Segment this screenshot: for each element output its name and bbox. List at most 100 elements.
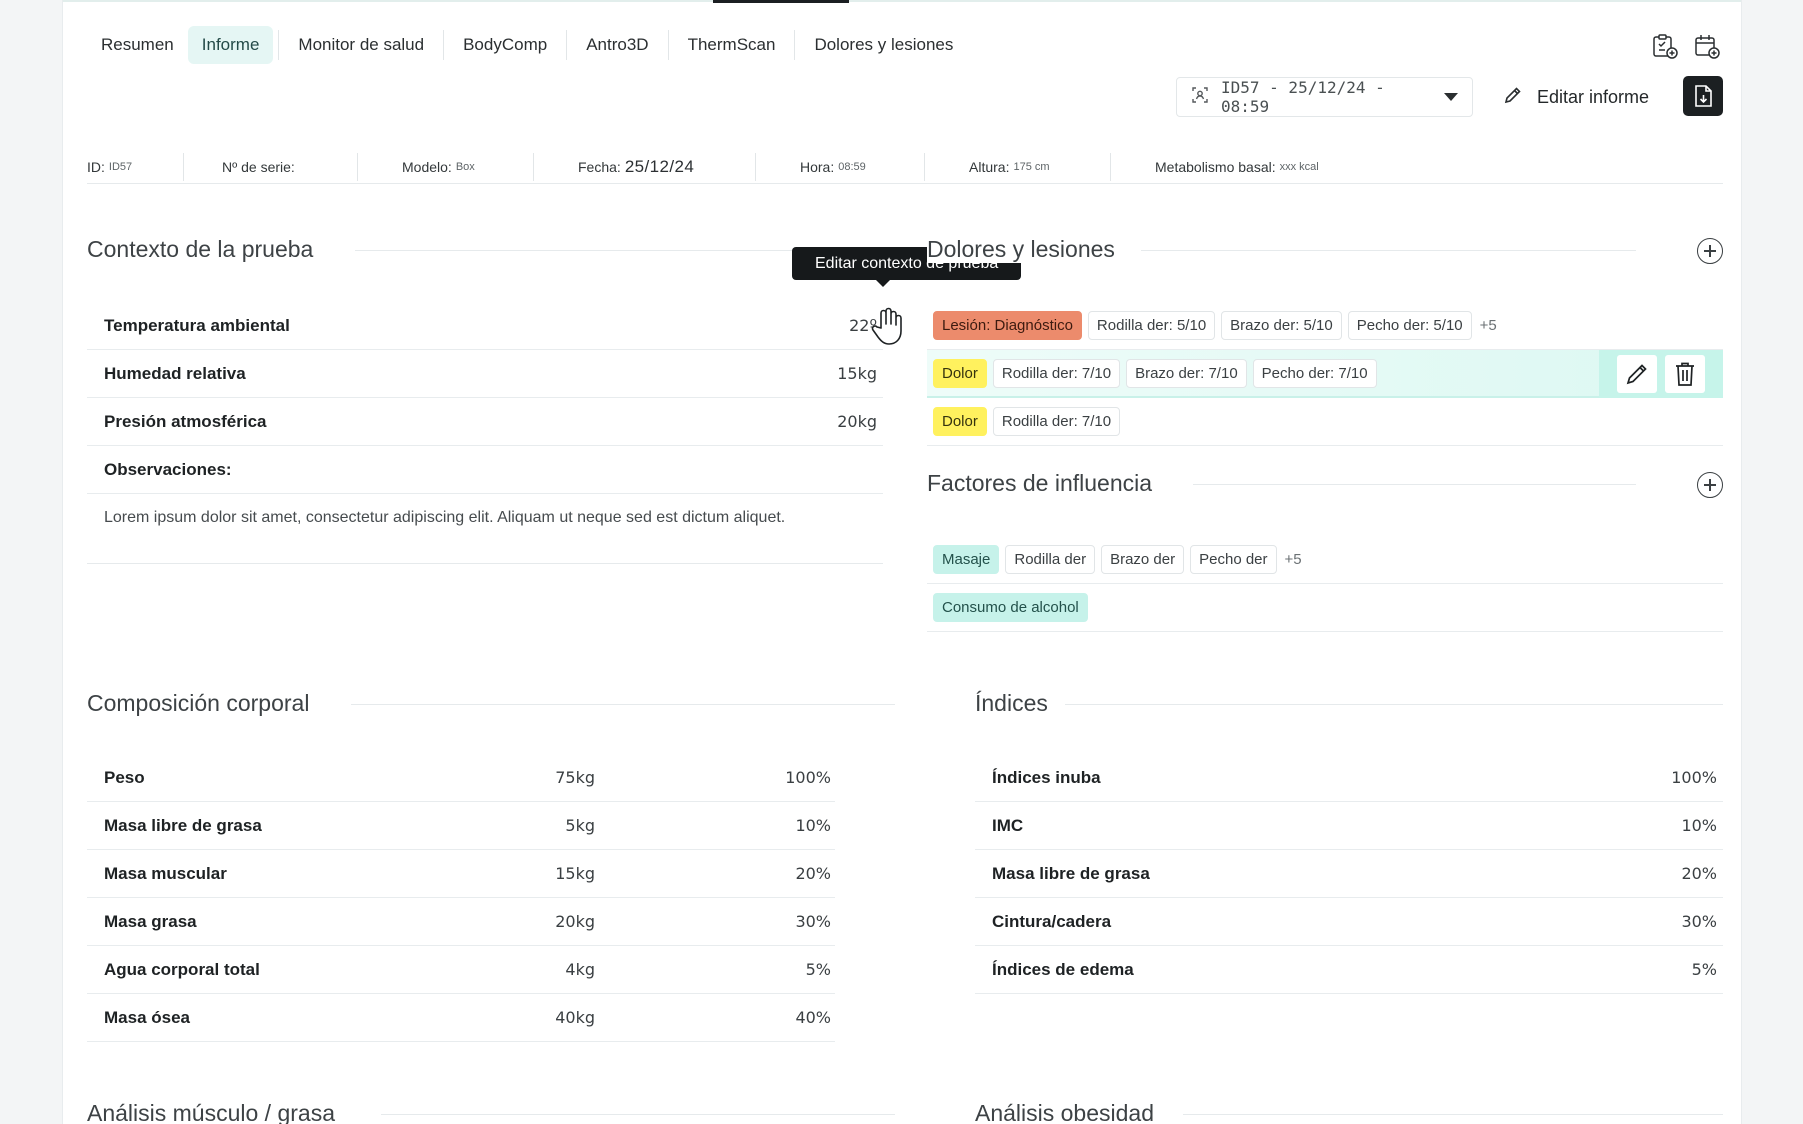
index-row: Índices de edema 5% bbox=[975, 946, 1723, 994]
tab-antro3d[interactable]: Antro3D bbox=[572, 26, 662, 64]
composition-label: Masa grasa bbox=[104, 911, 197, 931]
meta-bmr-value: xxx kcal bbox=[1279, 160, 1319, 173]
index-row: IMC 10% bbox=[975, 802, 1723, 850]
meta-date-value: 25/12/24 bbox=[624, 156, 695, 176]
pain-tag[interactable]: Dolor bbox=[933, 358, 987, 388]
tab-bodycomp[interactable]: BodyComp bbox=[449, 26, 561, 64]
meta-serial: Nº de serie: bbox=[184, 152, 357, 182]
context-row-value: 20kg bbox=[837, 412, 877, 431]
index-label: IMC bbox=[992, 815, 1024, 835]
composition-percent: 10% bbox=[795, 816, 831, 835]
composition-row: Masa muscular 15kg 20% bbox=[87, 850, 835, 898]
context-row-label: Observaciones: bbox=[104, 459, 232, 479]
tab-monitor-de-salud[interactable]: Monitor de salud bbox=[284, 26, 438, 64]
composition-row: Masa ósea 40kg 40% bbox=[87, 994, 835, 1042]
add-pain-button[interactable] bbox=[1697, 238, 1723, 264]
add-factor-button[interactable] bbox=[1697, 472, 1723, 498]
tab-divider bbox=[443, 30, 445, 60]
id-card-icon bbox=[1191, 86, 1209, 108]
factor-tag[interactable]: Consumo de alcohol bbox=[933, 593, 1088, 622]
composition-percent: 100% bbox=[785, 768, 831, 787]
top-accent-bar bbox=[63, 0, 1741, 3]
pain-row-hovered[interactable]: Dolor Rodilla der: 7/10 Brazo der: 7/10 … bbox=[927, 350, 1723, 398]
edit-report-label: Editar informe bbox=[1537, 86, 1650, 107]
pencil-icon bbox=[1503, 85, 1523, 110]
context-row: Observaciones: bbox=[87, 446, 883, 494]
meta-model-label: Modelo: bbox=[402, 158, 452, 175]
hand-cursor-icon bbox=[871, 307, 907, 352]
meta-time-label: Hora: bbox=[800, 158, 835, 175]
index-row: Cintura/cadera 30% bbox=[975, 898, 1723, 946]
trash-icon bbox=[1676, 362, 1694, 386]
tab-thermscan[interactable]: ThermScan bbox=[674, 26, 790, 64]
pain-row: Lesión: Diagnóstico Rodilla der: 5/10 Br… bbox=[927, 302, 1723, 350]
pain-chip[interactable]: Rodilla der: 7/10 bbox=[992, 358, 1121, 388]
index-label: Masa libre de grasa bbox=[992, 863, 1150, 883]
composition-row: Masa grasa 20kg 30% bbox=[87, 898, 835, 946]
report-meta-bar: ID: ID57 Nº de serie: Modelo: Box Fecha: 25… bbox=[87, 150, 1723, 184]
factor-chip[interactable]: Rodilla der bbox=[1005, 545, 1096, 574]
pain-chip[interactable]: Pecho der: 7/10 bbox=[1252, 358, 1377, 388]
indices-section-title: Índices bbox=[975, 690, 1048, 716]
top-actions bbox=[1649, 30, 1723, 62]
tab-bar: Resumen Informe Monitor de salud BodyCom… bbox=[87, 26, 967, 64]
factor-chip[interactable]: Pecho der bbox=[1190, 545, 1277, 574]
index-percent: 10% bbox=[1681, 816, 1717, 835]
index-row: Masa libre de grasa 20% bbox=[975, 850, 1723, 898]
section-divider bbox=[1193, 484, 1636, 485]
index-label: Índices inuba bbox=[992, 767, 1101, 787]
index-label: Índices de edema bbox=[992, 959, 1134, 979]
factor-tag[interactable]: Masaje bbox=[933, 545, 1000, 574]
composition-row: Peso 75kg 100% bbox=[87, 754, 835, 802]
pain-tag[interactable]: Dolor bbox=[933, 407, 987, 436]
more-chips-count[interactable]: +5 bbox=[1285, 551, 1302, 568]
report-selector[interactable]: ID57 - 25/12/24 - 08:59 bbox=[1176, 77, 1473, 117]
tab-resumen[interactable]: Resumen bbox=[87, 26, 188, 64]
row-actions bbox=[1599, 350, 1723, 398]
meta-date: Fecha: 25/12/24 bbox=[534, 152, 755, 182]
injury-tag[interactable]: Lesión: Diagnóstico bbox=[933, 311, 1082, 340]
add-calendar-icon[interactable] bbox=[1691, 30, 1723, 62]
pain-chip[interactable]: Rodilla der: 5/10 bbox=[1087, 311, 1216, 340]
add-test-icon[interactable] bbox=[1649, 30, 1681, 62]
tab-informe[interactable]: Informe bbox=[187, 26, 274, 64]
meta-time-value: 08:59 bbox=[838, 160, 866, 173]
context-row: Humedad relativa 15kg bbox=[87, 350, 883, 398]
meta-time: Hora: 08:59 bbox=[756, 152, 924, 182]
section-divider bbox=[1183, 1114, 1723, 1115]
more-chips-count[interactable]: +5 bbox=[1480, 317, 1497, 334]
index-percent: 100% bbox=[1671, 768, 1717, 787]
composition-label: Masa muscular bbox=[104, 863, 227, 883]
obesity-section-title: Análisis obesidad bbox=[975, 1100, 1155, 1124]
section-divider bbox=[1065, 704, 1723, 705]
composition-row: Masa libre de grasa 5kg 10% bbox=[87, 802, 835, 850]
index-row: Índices inuba 100% bbox=[975, 754, 1723, 802]
composition-percent: 40% bbox=[795, 1008, 831, 1027]
tab-dolores-y-lesiones[interactable]: Dolores y lesiones bbox=[800, 26, 967, 64]
pain-chip[interactable]: Brazo der: 5/10 bbox=[1221, 311, 1342, 340]
section-divider bbox=[351, 704, 895, 705]
meta-height-label: Altura: bbox=[969, 158, 1010, 175]
pain-chip[interactable]: Pecho der: 5/10 bbox=[1347, 311, 1472, 340]
factors-section-title: Factores de influencia bbox=[927, 470, 1153, 496]
index-percent: 30% bbox=[1681, 912, 1717, 931]
pain-chip[interactable]: Rodilla der: 7/10 bbox=[992, 407, 1121, 436]
delete-pain-button[interactable] bbox=[1665, 355, 1705, 393]
observations-text: Lorem ipsum dolor sit amet, consectetur … bbox=[104, 509, 786, 526]
muscle-fat-section-title: Análisis músculo / grasa bbox=[87, 1100, 335, 1124]
composition-percent: 20% bbox=[795, 864, 831, 883]
download-report-button[interactable] bbox=[1683, 76, 1723, 116]
index-label: Cintura/cadera bbox=[992, 911, 1112, 931]
edit-report-button[interactable]: Editar informe bbox=[1503, 82, 1649, 112]
composition-section-title: Composición corporal bbox=[87, 690, 310, 716]
context-section-title: Contexto de la prueba bbox=[87, 236, 314, 262]
meta-height-value: 175 cm bbox=[1013, 160, 1050, 173]
factor-chip[interactable]: Brazo der bbox=[1101, 545, 1185, 574]
composition-value: 5kg bbox=[565, 816, 595, 835]
context-row: Presión atmosférica 20kg bbox=[87, 398, 883, 446]
section-divider bbox=[1141, 250, 1636, 251]
pain-chip[interactable]: Brazo der: 7/10 bbox=[1126, 358, 1247, 388]
edit-pain-button[interactable] bbox=[1617, 355, 1657, 393]
index-percent: 20% bbox=[1681, 864, 1717, 883]
meta-bmr-label: Metabolismo basal: bbox=[1155, 158, 1276, 175]
